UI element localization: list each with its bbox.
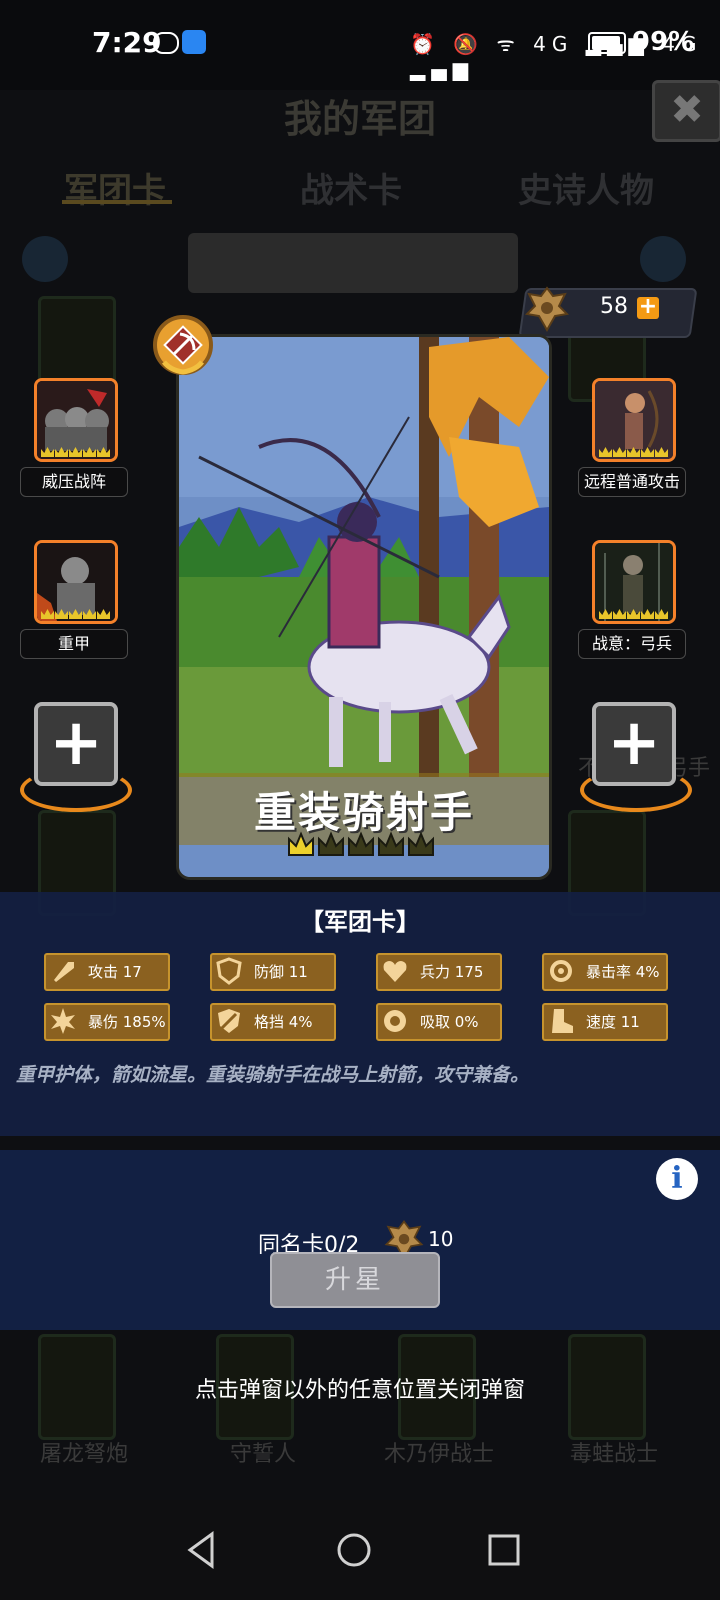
bg-tab-tactic: 战术卡 bbox=[300, 171, 402, 211]
crown-star-icon bbox=[318, 831, 344, 856]
bg-filter-icon bbox=[640, 236, 686, 282]
bg-page-title: 我的军团 bbox=[283, 97, 436, 141]
skill-label: 重甲 bbox=[20, 629, 128, 659]
skill-slot-intimidation[interactable] bbox=[34, 378, 118, 462]
bg-tab-legion: 军团卡 bbox=[64, 171, 166, 211]
stat-item: 格挡 4% bbox=[210, 1003, 336, 1041]
currency-count: 58 bbox=[600, 294, 628, 319]
bg-close-icon: ✖ bbox=[652, 80, 720, 142]
burst-icon bbox=[51, 1008, 75, 1034]
crosshair-icon bbox=[550, 960, 572, 982]
stat-label: 暴击率 4% bbox=[586, 963, 660, 981]
crown-star-icon bbox=[408, 831, 434, 856]
stat-item: 吸取 0% bbox=[376, 1003, 502, 1041]
stat-label: 暴伤 185% bbox=[88, 1013, 166, 1031]
status-bar: 7:29 ⏰ 🔕 ᯤ 4G ▂▄▆ 4G ▂▄▆ 99% bbox=[0, 0, 720, 90]
stat-label: 速度 11 bbox=[586, 1013, 640, 1031]
search-bar bbox=[188, 233, 518, 293]
stat-label: 格挡 4% bbox=[254, 1013, 313, 1031]
skill-stars bbox=[599, 609, 668, 619]
shield-icon bbox=[216, 957, 242, 985]
bg-card-name: 守誓人 bbox=[230, 1442, 297, 1467]
stat-label: 吸取 0% bbox=[420, 1013, 479, 1031]
bg-list-icon bbox=[22, 236, 68, 282]
drain-icon bbox=[384, 1010, 406, 1032]
bg-card-name: 毒蛙战士 bbox=[570, 1442, 659, 1467]
skill-slot-heavy-armor[interactable] bbox=[34, 540, 118, 624]
star-up-button[interactable]: 升星 bbox=[270, 1252, 440, 1308]
crown-star-icon bbox=[288, 831, 314, 856]
app-notification-icon bbox=[182, 30, 206, 54]
stat-label: 兵力 175 bbox=[420, 963, 484, 981]
status-time: 7:29 bbox=[92, 26, 162, 59]
sword-icon bbox=[54, 962, 74, 982]
block-icon bbox=[218, 1009, 240, 1033]
navigation-bar bbox=[0, 1500, 720, 1600]
crown-star-icon bbox=[378, 831, 404, 856]
currency-add-button[interactable]: + bbox=[637, 296, 659, 319]
boot-icon bbox=[552, 1009, 573, 1033]
skill-stars bbox=[599, 447, 668, 457]
upgrade-cost: 10 bbox=[428, 1227, 454, 1251]
back-icon[interactable] bbox=[180, 1528, 224, 1572]
bow-type-badge-icon bbox=[153, 315, 213, 375]
star-rating bbox=[287, 831, 435, 863]
stat-item: 攻击 17 bbox=[44, 953, 170, 991]
close-hint: 点击弹窗以外的任意位置关闭弹窗 bbox=[194, 1378, 525, 1403]
battery-icon bbox=[588, 32, 626, 54]
stat-label: 防御 11 bbox=[254, 963, 308, 981]
skill-stars bbox=[41, 609, 110, 619]
unit-card: 重装骑射手 bbox=[176, 334, 552, 880]
crown-star-icon bbox=[348, 831, 374, 856]
eagle-emblem-icon bbox=[525, 286, 569, 333]
battery-percent: 99% bbox=[632, 27, 695, 57]
bg-tab-underline bbox=[62, 200, 172, 204]
stat-label: 攻击 17 bbox=[88, 963, 142, 981]
heart-icon bbox=[383, 961, 407, 982]
stat-item: 暴击率 4% bbox=[542, 953, 668, 991]
stat-item: 速度 11 bbox=[542, 1003, 668, 1041]
skill-slot-ranged-attack[interactable] bbox=[592, 378, 676, 462]
stat-item: 暴伤 185% bbox=[44, 1003, 170, 1041]
add-skill-button-left[interactable]: + bbox=[34, 702, 118, 786]
stat-item: 兵力 175 bbox=[376, 953, 502, 991]
skill-label: 威压战阵 bbox=[20, 467, 128, 497]
skill-label: 战意：弓兵 bbox=[578, 629, 686, 659]
add-skill-button-right[interactable]: + bbox=[592, 702, 676, 786]
skill-stars bbox=[41, 447, 110, 457]
bg-card-name: 屠龙弩炮 bbox=[40, 1442, 129, 1467]
stat-item: 防御 11 bbox=[210, 953, 336, 991]
bg-tabs: 军团卡 战术卡 史诗人物 bbox=[0, 155, 720, 215]
wechat-icon bbox=[153, 32, 179, 54]
recents-icon[interactable] bbox=[482, 1528, 526, 1572]
skill-label: 远程普通攻击 bbox=[578, 467, 686, 497]
info-icon[interactable]: i bbox=[656, 1158, 698, 1200]
bg-card-name: 木乃伊战士 bbox=[384, 1442, 495, 1467]
card-description: 重甲护体，箭如流星。重装骑射手在战马上射箭，攻守兼备。 bbox=[16, 1064, 530, 1086]
bg-tab-epic: 史诗人物 bbox=[518, 171, 654, 211]
home-icon[interactable] bbox=[332, 1528, 376, 1572]
skill-slot-archer-spirit[interactable] bbox=[592, 540, 676, 624]
info-title: 【军团卡】 bbox=[300, 908, 420, 936]
